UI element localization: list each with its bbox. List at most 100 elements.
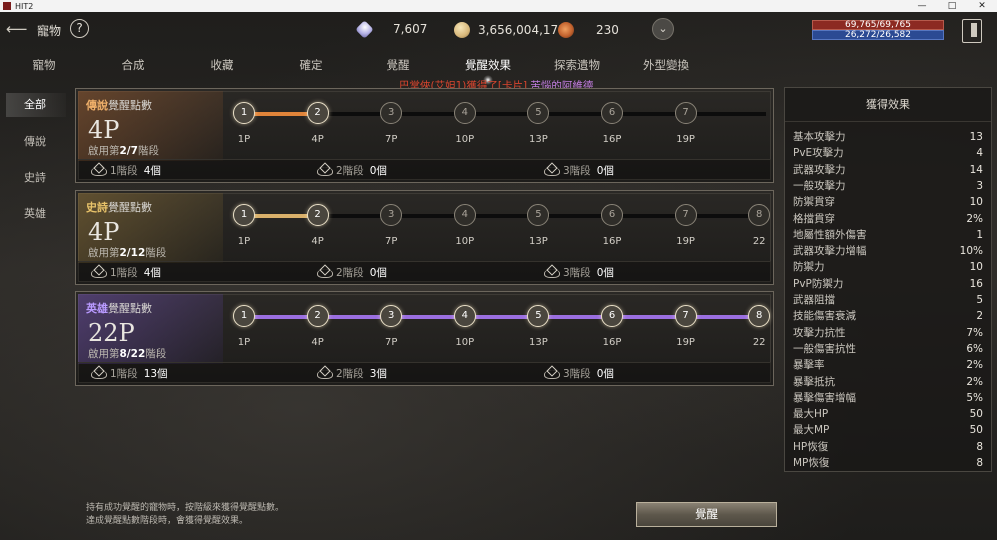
stage-node-3[interactable]: 3 bbox=[380, 102, 403, 124]
stage-point-label: 7P bbox=[384, 236, 398, 247]
stage-count-value: 0個 bbox=[596, 267, 614, 279]
exit-door-icon[interactable] bbox=[962, 19, 982, 43]
effect-name: 最大MP bbox=[793, 424, 830, 437]
stage-node-7[interactable]: 7 bbox=[674, 305, 697, 327]
tab-2[interactable]: 合成 bbox=[93, 53, 173, 77]
stage-node-2[interactable]: 2 bbox=[306, 204, 329, 226]
effect-value: 8 bbox=[976, 440, 983, 453]
minimize-button[interactable]: — bbox=[907, 0, 937, 12]
hp-bar: 69,765/69,765 bbox=[812, 20, 944, 30]
stage-node-7[interactable]: 7 bbox=[674, 102, 697, 124]
stage-count-label: 3階段 bbox=[563, 368, 591, 380]
stage-node-6[interactable]: 6 bbox=[601, 305, 623, 327]
stage-node-8[interactable]: 8 bbox=[748, 204, 771, 226]
stage-node-1[interactable]: 1 bbox=[233, 204, 255, 226]
stage-text: 啟用第2/7階段 bbox=[88, 143, 159, 158]
tab-8[interactable]: 外型變換 bbox=[626, 53, 706, 77]
card-title: 史詩覺醒點數 bbox=[86, 199, 152, 215]
effect-name: 防禦貫穿 bbox=[793, 196, 835, 209]
app-icon bbox=[3, 2, 11, 10]
effect-value: 10% bbox=[959, 245, 983, 258]
effect-name: 技能傷害衰減 bbox=[793, 310, 856, 323]
gold-currency: 3,656,004,172 bbox=[454, 22, 566, 38]
effect-value: 14 bbox=[969, 163, 983, 176]
grade-label: 史詩 bbox=[86, 201, 108, 214]
effect-value: 1 bbox=[976, 228, 983, 241]
wing-emblem-icon bbox=[90, 367, 107, 380]
effect-row: 技能傷害衰減 2 bbox=[793, 308, 983, 324]
tab-7[interactable]: 探索遺物 bbox=[537, 53, 617, 77]
stage-node-4[interactable]: 4 bbox=[453, 305, 476, 327]
help-button[interactable]: ? bbox=[70, 19, 89, 38]
stage-node-1[interactable]: 1 bbox=[233, 305, 255, 327]
stage-point-label: 10P bbox=[455, 236, 475, 247]
stage-point-label: 16P bbox=[602, 337, 622, 348]
maximize-button[interactable]: □ bbox=[937, 0, 967, 12]
stage-count-label: 2階段 bbox=[336, 165, 364, 177]
wing-emblem-icon bbox=[543, 164, 560, 177]
wing-emblem-icon bbox=[90, 266, 107, 279]
title-suffix: 覺醒點數 bbox=[108, 201, 152, 214]
stage-suffix: 階段 bbox=[145, 348, 167, 360]
stage-node-4[interactable]: 4 bbox=[453, 102, 476, 124]
stage-node-5[interactable]: 5 bbox=[527, 305, 550, 327]
effect-value: 4 bbox=[976, 147, 983, 160]
stage-prefix: 啟用第 bbox=[88, 348, 120, 360]
stage-node-6[interactable]: 6 bbox=[601, 102, 623, 124]
tab-3[interactable]: 收藏 bbox=[182, 53, 262, 77]
stage-count-label: 2階段 bbox=[336, 267, 364, 279]
tab-6[interactable]: 覺醒效果 bbox=[448, 53, 528, 85]
effect-value: 8 bbox=[976, 457, 983, 469]
stage-node-2[interactable]: 2 bbox=[306, 102, 329, 124]
card-title: 傳說覺醒點數 bbox=[86, 97, 152, 113]
title-suffix: 覺醒點數 bbox=[108, 302, 152, 315]
category-item-3[interactable]: 史詩 bbox=[6, 166, 66, 190]
page-title: 寵物 bbox=[37, 24, 62, 38]
gold-coin-icon bbox=[454, 22, 470, 38]
effect-value: 5 bbox=[976, 294, 983, 306]
stage-node-6[interactable]: 6 bbox=[601, 204, 623, 226]
tab-5[interactable]: 覺醒 bbox=[358, 53, 438, 77]
stage-node-4[interactable]: 4 bbox=[453, 204, 476, 226]
tab-4[interactable]: 確定 bbox=[271, 53, 351, 77]
effect-name: 暴擊率 bbox=[793, 359, 825, 372]
close-window-button[interactable]: ✕ bbox=[967, 0, 997, 12]
token-amount: 230 bbox=[596, 23, 619, 37]
wing-emblem-icon bbox=[543, 266, 560, 279]
effect-name: PvE攻擊力 bbox=[793, 147, 844, 160]
effect-row: 武器攻擊力增幅 10% bbox=[793, 243, 983, 259]
chevron-down-icon[interactable]: ⌄ bbox=[652, 18, 674, 40]
stage-value: 2/12 bbox=[119, 247, 146, 259]
effect-name: 基本攻擊力 bbox=[793, 131, 846, 143]
category-item-2[interactable]: 傳說 bbox=[6, 130, 66, 154]
stage-node-1[interactable]: 1 bbox=[233, 102, 255, 124]
stage-node-2[interactable]: 2 bbox=[306, 305, 329, 327]
stage-point-label: 16P bbox=[602, 134, 622, 145]
stage-node-3[interactable]: 3 bbox=[380, 305, 403, 327]
stage-node-7[interactable]: 7 bbox=[674, 204, 697, 226]
stage-node-3[interactable]: 3 bbox=[380, 204, 403, 226]
effect-name: 防禦力 bbox=[793, 261, 825, 274]
stage-count-value: 4個 bbox=[143, 165, 161, 177]
grade-label: 英雄 bbox=[86, 302, 108, 315]
effect-row: 防禦力 10 bbox=[793, 259, 983, 275]
awaken-button[interactable]: 覺醒 bbox=[636, 502, 777, 527]
back-arrow-icon[interactable]: ⟵ bbox=[6, 21, 30, 37]
awaken-points: 4P bbox=[88, 218, 120, 246]
category-item-1[interactable]: 全部 bbox=[6, 93, 66, 117]
effect-value: 6% bbox=[966, 342, 983, 355]
effect-row: PvE攻擊力 4 bbox=[793, 145, 983, 161]
stage-node-5[interactable]: 5 bbox=[527, 102, 550, 124]
effect-row: 攻擊力抗性 7% bbox=[793, 325, 983, 341]
tab-1[interactable]: 寵物 bbox=[4, 53, 84, 77]
stage-suffix: 階段 bbox=[137, 145, 159, 157]
description-line-2: 達成覺醒點數階段時，會獲得覺醒效果。 bbox=[86, 516, 249, 526]
effect-row: 最大MP 50 bbox=[793, 422, 983, 438]
stage-node-8[interactable]: 8 bbox=[748, 305, 771, 327]
effect-name: MP恢復 bbox=[793, 457, 830, 469]
stage-node-5[interactable]: 5 bbox=[527, 204, 550, 226]
category-item-4[interactable]: 英雄 bbox=[6, 202, 66, 226]
effect-name: 武器攻擊力增幅 bbox=[793, 245, 867, 258]
window-titlebar: HIT2 — □ ✕ bbox=[0, 0, 997, 12]
stage-count-3: 3階段 0個 bbox=[543, 163, 614, 178]
